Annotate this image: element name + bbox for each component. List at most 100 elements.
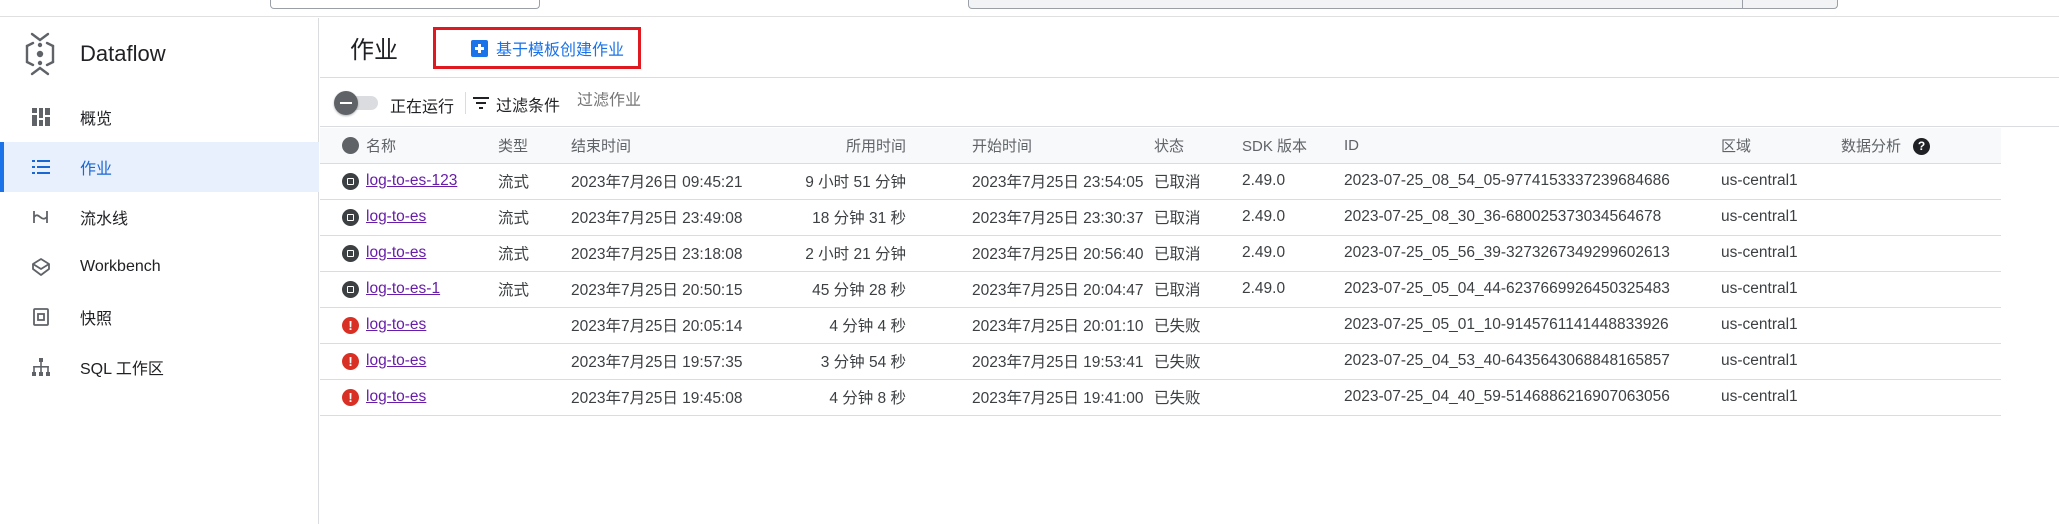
cell-status: 已取消 (1154, 163, 1242, 200)
col-status-header[interactable]: 状态 (1154, 128, 1242, 164)
cell-start-time: 2023年7月25日 19:53:41 (934, 343, 1154, 380)
cell-type: 流式 (498, 271, 571, 308)
page-title: 作业 (350, 37, 398, 64)
cell-sdk: 2.49.0 (1242, 235, 1344, 272)
cell-analysis (1841, 343, 2001, 380)
sidebar-item-label: Workbench (80, 258, 161, 275)
help-icon[interactable]: ? (1913, 138, 1931, 156)
table-row[interactable]: ! log-to-es 2023年7月25日 20:05:14 4 分钟 4 秒 202… (320, 307, 2001, 344)
sidebar-item-overview[interactable]: 概览 (0, 92, 319, 142)
cell-status: 已失败 (1154, 343, 1242, 380)
main-content: 作业 基于模板创建作业 正在运行 过滤条件 名称 类型 结束时间 (320, 18, 2059, 524)
cell-name: log-to-es-123 (320, 163, 498, 200)
table-row[interactable]: ! log-to-es 2023年7月25日 19:57:35 3 分钟 54 秒 20… (320, 343, 2001, 380)
col-region-header[interactable]: 区域 (1721, 128, 1841, 164)
sidebar-item-label: 作业 (80, 161, 113, 178)
col-sdk-header[interactable]: SDK 版本 (1242, 128, 1344, 164)
table-row[interactable]: log-to-es 流式 2023年7月25日 23:49:08 18 分钟 31 秒… (320, 199, 2001, 236)
job-name-link[interactable]: log-to-es (366, 316, 426, 334)
table-row[interactable]: log-to-es-1 流式 2023年7月25日 20:50:15 45 分钟 28… (320, 271, 2001, 308)
toggle-knob (334, 91, 358, 115)
divider (465, 92, 466, 114)
cell-sdk (1242, 379, 1344, 416)
cell-start-time: 2023年7月25日 23:54:05 (934, 163, 1154, 200)
job-name-link[interactable]: log-to-es-123 (366, 172, 457, 190)
pipeline-icon (28, 204, 54, 230)
cell-analysis (1841, 307, 2001, 344)
job-name-link[interactable]: log-to-es (366, 208, 426, 226)
cell-id: 2023-07-25_05_56_39-3273267349299602613 (1344, 235, 1721, 272)
table-row[interactable]: log-to-es-123 流式 2023年7月26日 09:45:21 9 小时 5… (320, 163, 2001, 200)
cell-type (498, 343, 571, 380)
cell-sdk: 2.49.0 (1242, 271, 1344, 308)
cell-type (498, 307, 571, 344)
table-row[interactable]: log-to-es 流式 2023年7月25日 23:18:08 2 小时 21 分钟… (320, 235, 2001, 272)
cell-duration: 4 分钟 8 秒 (787, 379, 934, 416)
cell-name: ! log-to-es (320, 343, 498, 380)
cell-region: us-central1 (1721, 307, 1841, 344)
filter-label[interactable]: 过滤条件 (496, 92, 560, 116)
col-analysis-header[interactable]: 数据分析? (1841, 128, 2001, 164)
col-name-label: 名称 (366, 137, 397, 155)
cell-sdk (1242, 307, 1344, 344)
cell-end-time: 2023年7月25日 19:57:35 (571, 343, 787, 380)
cell-region: us-central1 (1721, 235, 1841, 272)
job-name-link[interactable]: log-to-es (366, 244, 426, 262)
col-type-header[interactable]: 类型 (498, 128, 571, 164)
workbench-icon (28, 254, 54, 280)
sidebar-item-jobs[interactable]: 作业 (0, 142, 319, 192)
create-job-from-template-button[interactable]: 基于模板创建作业 (433, 27, 641, 69)
job-name-link[interactable]: log-to-es (366, 352, 426, 370)
cell-type: 流式 (498, 235, 571, 272)
project-selector[interactable] (270, 0, 540, 9)
sidebar-item-pipelines[interactable]: 流水线 (0, 192, 319, 242)
cell-duration: 4 分钟 4 秒 (787, 307, 934, 344)
sidebar-item-snapshots[interactable]: 快照 (0, 292, 319, 342)
cell-sdk (1242, 343, 1344, 380)
col-end-time-header[interactable]: 结束时间 (571, 128, 787, 164)
sidebar: Dataflow 概览 作业 流水线 Workbench 快照 SQL 工作区 (0, 18, 319, 524)
cell-analysis (1841, 163, 2001, 200)
running-toggle[interactable] (334, 91, 380, 115)
cell-duration: 45 分钟 28 秒 (787, 271, 934, 308)
cell-end-time: 2023年7月25日 20:05:14 (571, 307, 787, 344)
job-name-link[interactable]: log-to-es-1 (366, 280, 440, 298)
stopped-icon (342, 172, 359, 190)
cell-id: 2023-07-25_05_01_10-9145761141448833926 (1344, 307, 1721, 344)
cell-duration: 18 分钟 31 秒 (787, 199, 934, 236)
cell-duration: 3 分钟 54 秒 (787, 343, 934, 380)
cell-sdk: 2.49.0 (1242, 163, 1344, 200)
sidebar-item-label: 快照 (80, 311, 113, 328)
snapshot-icon (28, 304, 54, 330)
cell-id: 2023-07-25_05_04_44-6237669926450325483 (1344, 271, 1721, 308)
col-name-header[interactable]: 名称 (320, 128, 498, 164)
brand[interactable]: Dataflow (22, 26, 166, 82)
cell-region: us-central1 (1721, 199, 1841, 236)
cell-region: us-central1 (1721, 163, 1841, 200)
cell-id: 2023-07-25_08_30_36-680025373034564678 (1344, 199, 1721, 236)
search-bar[interactable] (968, 0, 1838, 9)
error-icon: ! (342, 388, 359, 406)
cell-region: us-central1 (1721, 343, 1841, 380)
sidebar-item-sql-workspace[interactable]: SQL 工作区 (0, 342, 319, 392)
top-strip (0, 0, 2059, 17)
create-job-label: 基于模板创建作业 (496, 42, 625, 59)
col-duration-header[interactable]: 所用时间 (787, 128, 934, 164)
cell-analysis (1841, 235, 2001, 272)
sidebar-item-workbench[interactable]: Workbench (0, 242, 319, 292)
cell-name: log-to-es-1 (320, 271, 498, 308)
cell-id: 2023-07-25_04_53_40-6435643068848165857 (1344, 343, 1721, 380)
filter-icon[interactable] (472, 94, 490, 112)
cell-status: 已失败 (1154, 379, 1242, 416)
filter-jobs-input[interactable] (577, 92, 877, 110)
job-name-link[interactable]: log-to-es (366, 388, 426, 406)
table-row[interactable]: ! log-to-es 2023年7月25日 19:45:08 4 分钟 8 秒 202… (320, 379, 2001, 416)
cell-name: ! log-to-es (320, 379, 498, 416)
cell-start-time: 2023年7月25日 20:01:10 (934, 307, 1154, 344)
stopped-icon (342, 280, 359, 298)
cell-start-time: 2023年7月25日 23:30:37 (934, 199, 1154, 236)
jobs-table: 名称 类型 结束时间 所用时间 开始时间 状态 SDK 版本 ID 区域 数据分… (320, 128, 2001, 416)
cell-start-time: 2023年7月25日 19:41:00 (934, 379, 1154, 416)
col-id-header[interactable]: ID (1344, 128, 1721, 164)
col-start-time-header[interactable]: 开始时间 (934, 128, 1154, 164)
